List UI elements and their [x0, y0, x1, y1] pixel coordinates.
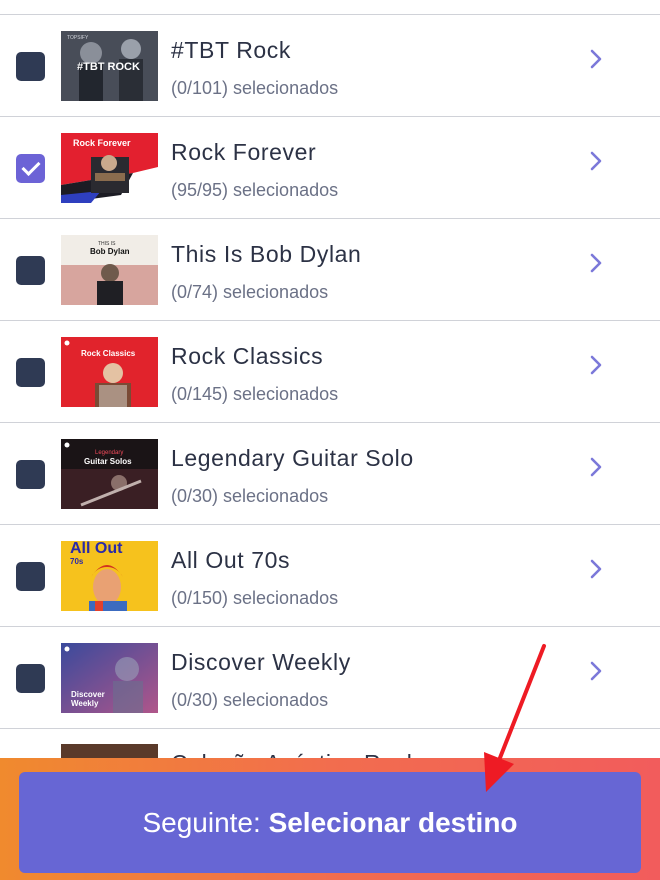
- check-icon: [21, 156, 41, 177]
- cover-text: Guitar Solos: [84, 457, 132, 466]
- playlist-selected-count: (0/30) selecionados: [171, 690, 329, 710]
- svg-text:TOPSIFY: TOPSIFY: [67, 35, 89, 41]
- playlist-cover: Rock Classics: [61, 337, 158, 407]
- chevron-right-icon[interactable]: [588, 456, 604, 478]
- playlist-checkbox[interactable]: [16, 154, 45, 183]
- playlist-selected-count: (95/95) selecionados: [171, 180, 339, 200]
- cover-text: #TBT ROCK: [77, 61, 140, 73]
- chevron-right-icon[interactable]: [588, 558, 604, 580]
- chevron-right-icon[interactable]: [588, 48, 604, 70]
- chevron-right-icon[interactable]: [588, 252, 604, 274]
- playlist-cover: TOPSIFY #TBT ROCK: [61, 31, 158, 101]
- cover-text: Rock Classics: [81, 349, 136, 358]
- playlist-row[interactable]: All Out 70s All Out 70s (0/150) selecion…: [0, 525, 660, 627]
- playlist-cover: Rock Forever: [61, 133, 158, 203]
- playlist-selected-count: (0/101) selecionados: [171, 78, 339, 98]
- next-select-destination-button[interactable]: Seguinte: Selecionar destino: [19, 772, 641, 873]
- cover-text: Discover: [71, 690, 105, 699]
- cover-text: Legendary: [95, 450, 124, 456]
- playlist-checkbox[interactable]: [16, 52, 45, 81]
- playlist-row[interactable]: Legendary Guitar Solos Legendary Guitar …: [0, 423, 660, 525]
- playlist-cover: Discover Weekly: [61, 643, 158, 713]
- playlist-list: TOPSIFY #TBT ROCK #TBT Rock (0/101) sele…: [0, 0, 660, 880]
- chevron-right-icon[interactable]: [588, 150, 604, 172]
- next-button-action: Selecionar destino: [268, 806, 518, 838]
- playlist-cover: All Out 70s: [61, 541, 158, 611]
- playlist-title: All Out 70s: [171, 547, 291, 573]
- playlist-title: #TBT Rock: [171, 37, 292, 63]
- chevron-right-icon[interactable]: [588, 354, 604, 376]
- playlist-title: This Is Bob Dylan: [171, 241, 362, 267]
- playlist-row[interactable]: Discover Weekly Discover Weekly (0/30) s…: [0, 627, 660, 729]
- playlist-checkbox[interactable]: [16, 460, 45, 489]
- playlist-selected-count: (0/150) selecionados: [171, 588, 339, 608]
- playlist-title: Discover Weekly: [171, 649, 351, 675]
- playlist-row[interactable]: TOPSIFY #TBT ROCK #TBT Rock (0/101) sele…: [0, 15, 660, 117]
- playlist-cover: THIS IS Bob Dylan: [61, 235, 158, 305]
- chevron-right-icon[interactable]: [588, 660, 604, 682]
- playlist-checkbox[interactable]: [16, 358, 45, 387]
- playlist-selected-count: (0/30) selecionados: [171, 486, 329, 506]
- playlist-title: Rock Classics: [171, 343, 324, 369]
- cover-text: Weekly: [71, 699, 99, 708]
- playlist-checkbox[interactable]: [16, 256, 45, 285]
- playlist-checkbox[interactable]: [16, 562, 45, 591]
- cover-text: 70s: [70, 557, 84, 566]
- playlist-row-partial[interactable]: Coleção Acústica Rock: [0, 730, 660, 760]
- next-button-prefix: Seguinte:: [142, 806, 269, 838]
- playlist-selected-count: (0/74) selecionados: [171, 282, 329, 302]
- cover-text: Bob Dylan: [90, 247, 130, 256]
- playlist-checkbox[interactable]: [16, 664, 45, 693]
- cover-text: Rock Forever: [73, 138, 131, 148]
- playlist-row[interactable]: Rock Classics Rock Classics (0/145) sele…: [0, 321, 660, 423]
- playlist-row[interactable]: Rock Forever Rock Forever (95/95) seleci…: [0, 117, 660, 219]
- cover-text: All Out: [70, 541, 123, 557]
- playlist-title: Rock Forever: [171, 139, 317, 165]
- playlist-selected-count: (0/145) selecionados: [171, 384, 339, 404]
- playlist-row[interactable]: THIS IS Bob Dylan This Is Bob Dylan (0/7…: [0, 219, 660, 321]
- playlist-title: Legendary Guitar Solo: [171, 445, 414, 471]
- playlist-cover: Legendary Guitar Solos: [61, 439, 158, 509]
